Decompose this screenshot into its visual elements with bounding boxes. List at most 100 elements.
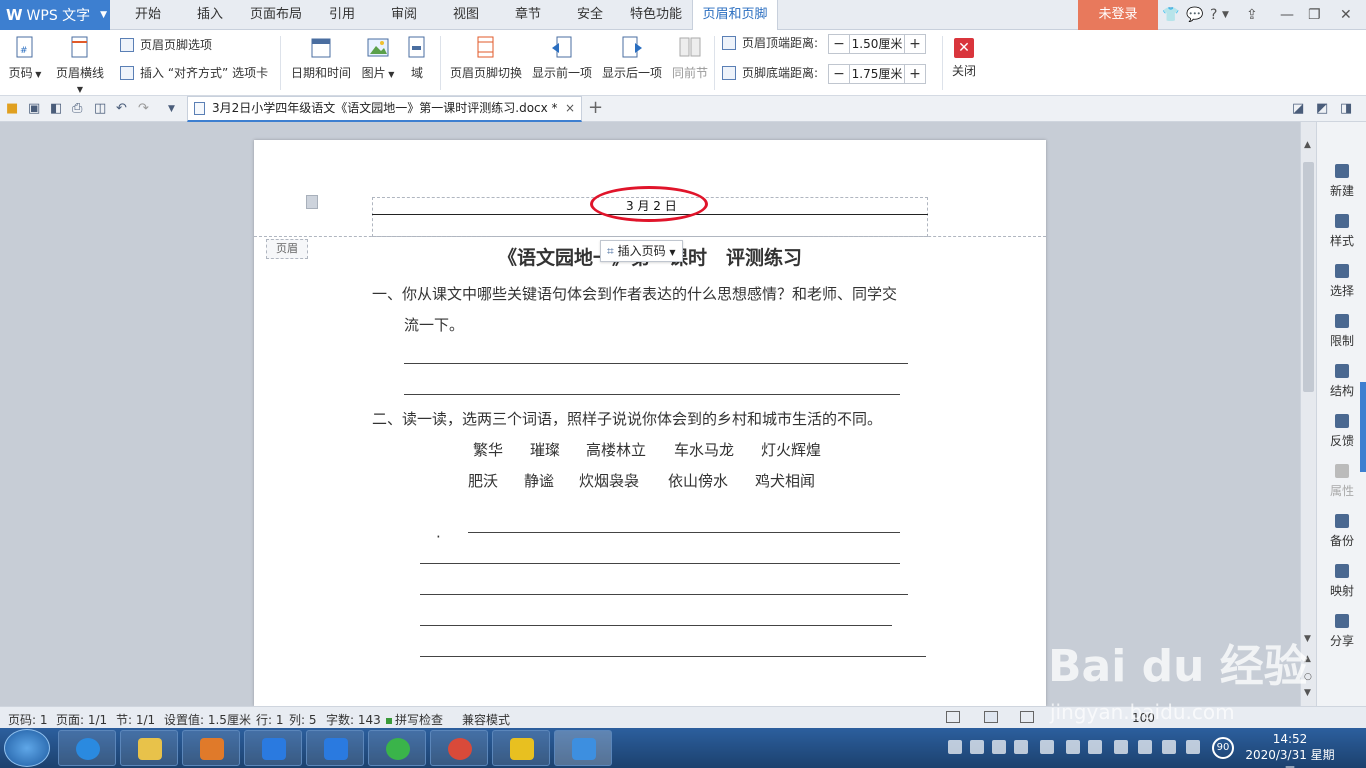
help-icon[interactable]: ?: [1210, 7, 1217, 23]
tray-flag-icon[interactable]: [948, 740, 962, 754]
shirt-icon[interactable]: 👕: [1162, 7, 1179, 23]
print-icon[interactable]: ⎙: [72, 101, 82, 116]
status-page[interactable]: 页面: 1/1: [56, 711, 107, 728]
hf-switch-button[interactable]: 页眉页脚切换: [448, 36, 524, 81]
scrollbar-thumb[interactable]: [1303, 162, 1314, 392]
increment-button[interactable]: +: [905, 35, 925, 53]
doc-view-icon[interactable]: ◨: [1340, 101, 1352, 116]
outline-view-icon[interactable]: [1020, 711, 1034, 723]
restore-icon[interactable]: ❐: [1308, 7, 1321, 23]
vertical-scrollbar[interactable]: ▲ ▼ ▲ ○ ▼: [1300, 122, 1316, 706]
tray-app-icon[interactable]: [1014, 740, 1028, 754]
start-button[interactable]: [4, 729, 50, 767]
taskbar-wechat[interactable]: [368, 730, 426, 766]
status-row[interactable]: 行: 1: [256, 711, 284, 728]
taskbar-terminal[interactable]: [492, 730, 550, 766]
upload-icon[interactable]: ⇪: [1246, 7, 1258, 23]
print-preview-icon[interactable]: ◫: [94, 101, 106, 116]
status-page-code[interactable]: 页码: 1: [8, 711, 48, 728]
taskbar-chrome[interactable]: [430, 730, 488, 766]
taskbar-ie[interactable]: [58, 730, 116, 766]
decrement-button[interactable]: −: [829, 65, 849, 83]
chevron-down-icon[interactable]: ▼: [168, 104, 175, 114]
tab-page-layout[interactable]: 页面布局: [244, 0, 308, 30]
system-clock[interactable]: 14:52 2020/3/31 星期二: [1240, 731, 1340, 768]
open-folder-icon[interactable]: ■: [6, 101, 18, 116]
taskbar-wps[interactable]: [554, 730, 612, 766]
sidebar-item-restrict[interactable]: 限制: [1317, 314, 1366, 349]
chevron-down-icon[interactable]: ▼: [1222, 10, 1229, 20]
wps-app-menu-button[interactable]: W WPS 文字 ▼: [0, 0, 110, 30]
header-top-distance-input[interactable]: 1.50厘米: [849, 35, 905, 53]
tray-shield-icon[interactable]: [1040, 740, 1054, 754]
sidebar-item-feedback[interactable]: 反馈: [1317, 414, 1366, 449]
header-options-icon[interactable]: [306, 195, 318, 209]
spell-check-toggle[interactable]: 拼写检查: [386, 711, 443, 728]
chat-icon[interactable]: 💬: [1186, 7, 1203, 23]
tray-bluetooth-icon[interactable]: [1066, 740, 1080, 754]
same-as-previous-button[interactable]: 同前节: [670, 36, 710, 81]
sidebar-item-new[interactable]: 新建: [1317, 164, 1366, 199]
increment-button[interactable]: +: [905, 65, 925, 83]
tray-device-icon[interactable]: [1114, 740, 1128, 754]
taskbar-security-2[interactable]: [306, 730, 364, 766]
tab-chapter[interactable]: 章节: [498, 0, 558, 30]
save-icon[interactable]: ▣: [28, 101, 40, 116]
undo-icon[interactable]: ↶: [116, 101, 127, 116]
doc-menu-icon[interactable]: ◪: [1292, 101, 1304, 116]
taskbar-security-1[interactable]: [244, 730, 302, 766]
header-top-distance-stepper[interactable]: − 1.50厘米 +: [828, 34, 926, 54]
redo-icon[interactable]: ↷: [138, 101, 149, 116]
new-tab-button[interactable]: +: [588, 97, 603, 118]
sidebar-item-style[interactable]: 样式: [1317, 214, 1366, 249]
page-number-button[interactable]: # 页码 ▼: [6, 36, 44, 81]
sidebar-item-mapping[interactable]: 映射: [1317, 564, 1366, 599]
tab-insert[interactable]: 插入: [180, 0, 240, 30]
status-setting-value[interactable]: 设置值: 1.5厘米: [164, 711, 251, 728]
picture-button[interactable]: 图片 ▼: [358, 36, 398, 81]
document-tab[interactable]: 3月2日小学四年级语文《语文园地一》第一课时评测练习.docx * ×: [187, 96, 582, 122]
tray-tool-icon[interactable]: [992, 740, 1006, 754]
header-line-button[interactable]: 页眉横线 ▼: [52, 36, 108, 95]
decrement-button[interactable]: −: [829, 35, 849, 53]
field-button[interactable]: 域: [404, 36, 430, 81]
taskbar-explorer[interactable]: [120, 730, 178, 766]
tab-review[interactable]: 审阅: [374, 0, 434, 30]
tray-mute-icon[interactable]: [1186, 740, 1200, 754]
close-header-footer-button[interactable]: ✕ 关闭: [948, 38, 980, 79]
tab-references[interactable]: 引用: [312, 0, 372, 30]
sidebar-item-share[interactable]: 分享: [1317, 614, 1366, 649]
tray-usb-icon[interactable]: [1138, 740, 1152, 754]
taskbar-media-player[interactable]: [182, 730, 240, 766]
show-previous-button[interactable]: 显示前一项: [530, 36, 594, 81]
scroll-up-icon[interactable]: ▲: [1304, 140, 1311, 150]
export-pdf-icon[interactable]: ◧: [50, 101, 62, 116]
close-tab-icon[interactable]: ×: [565, 97, 575, 119]
status-section[interactable]: 节: 1/1: [116, 711, 155, 728]
fullscreen-icon[interactable]: [946, 711, 960, 723]
tab-security[interactable]: 安全: [560, 0, 620, 30]
page-view-icon[interactable]: [984, 711, 998, 723]
tray-network-icon[interactable]: [1162, 740, 1176, 754]
tab-special-features[interactable]: 特色功能: [622, 0, 690, 30]
sidebar-item-structure[interactable]: 结构: [1317, 364, 1366, 399]
minimize-icon[interactable]: —: [1280, 7, 1294, 23]
footer-bottom-distance-stepper[interactable]: − 1.75厘米 +: [828, 64, 926, 84]
insert-align-tab-button[interactable]: 插入 “对齐方式” 选项卡: [120, 64, 268, 81]
close-icon[interactable]: ✕: [1340, 7, 1352, 23]
sidebar-item-backup[interactable]: 备份: [1317, 514, 1366, 549]
date-time-button[interactable]: 日期和时间: [290, 36, 352, 81]
show-next-button[interactable]: 显示后一项: [600, 36, 664, 81]
tray-wechat-icon[interactable]: [970, 740, 984, 754]
sidebar-item-properties[interactable]: 属性: [1317, 464, 1366, 499]
tab-header-footer[interactable]: 页眉和页脚: [692, 0, 778, 31]
login-button[interactable]: 未登录: [1078, 0, 1158, 30]
insert-page-number-button[interactable]: ⌗ 插入页码 ▼: [600, 240, 683, 262]
battery-badge[interactable]: 90: [1212, 737, 1234, 759]
footer-bottom-distance-input[interactable]: 1.75厘米: [849, 65, 905, 83]
doc-list-icon[interactable]: ◩: [1316, 101, 1328, 116]
status-word-count[interactable]: 字数: 143: [326, 711, 381, 728]
tab-home[interactable]: 开始: [118, 0, 178, 30]
status-column[interactable]: 列: 5: [289, 711, 317, 728]
sidebar-item-select[interactable]: 选择: [1317, 264, 1366, 299]
